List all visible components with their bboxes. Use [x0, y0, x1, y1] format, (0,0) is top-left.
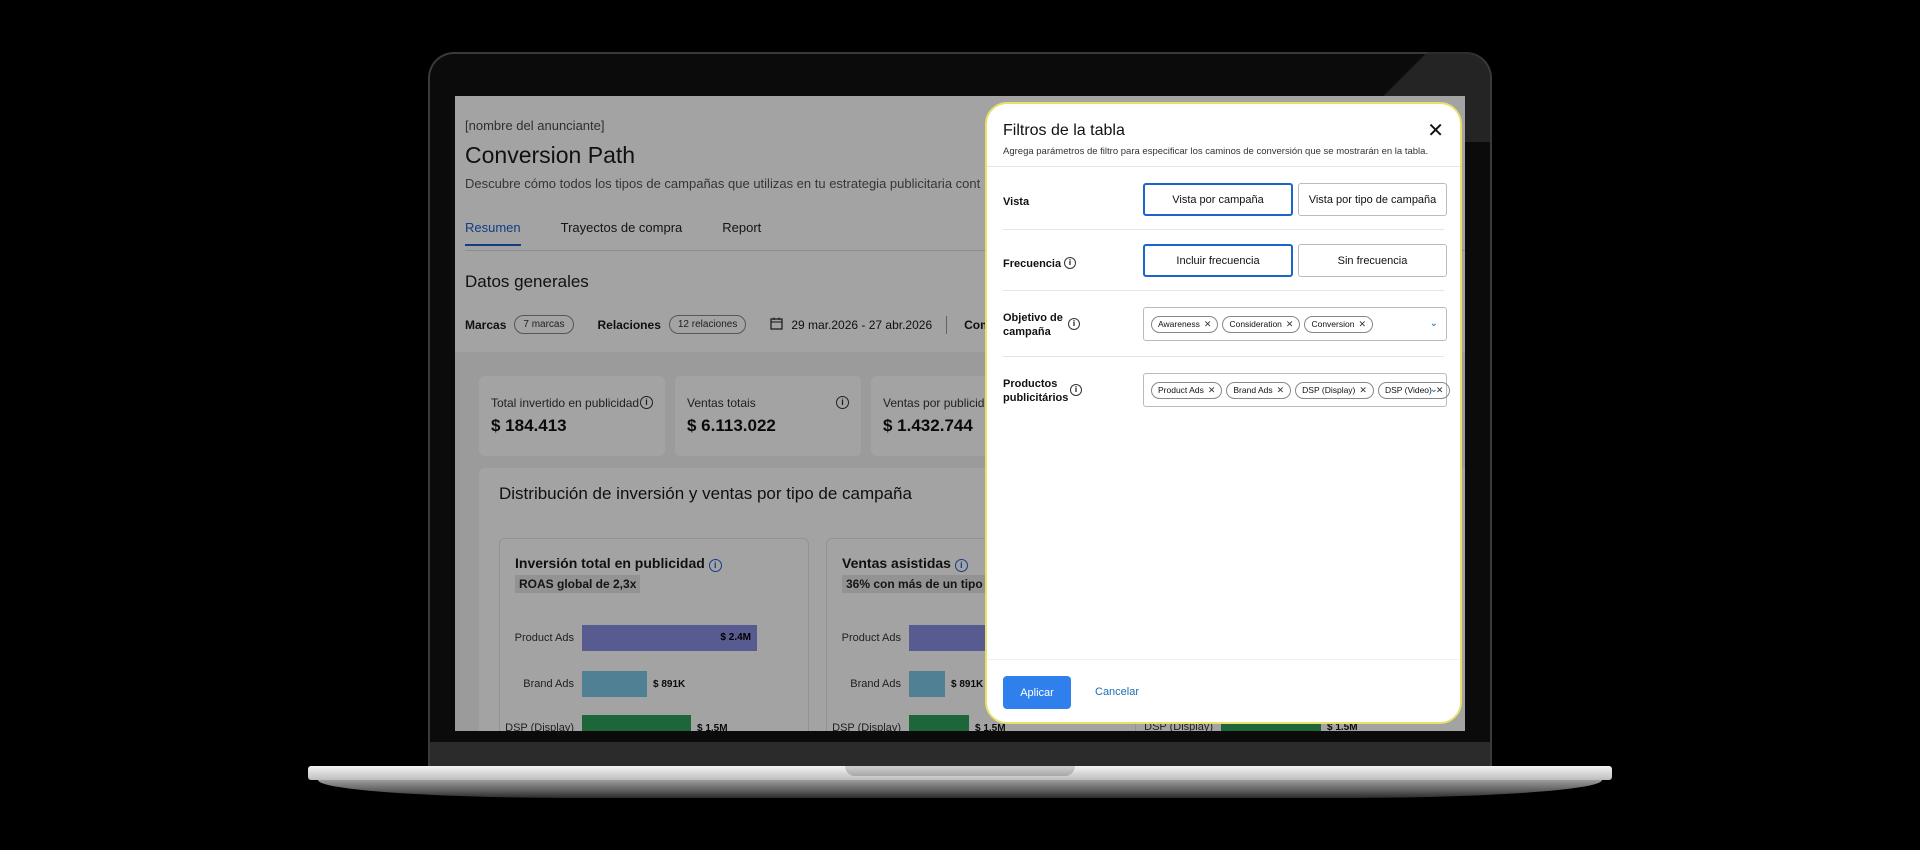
table-filters-modal: Filtros de la tabla ✕ Agrega parámetros …	[985, 102, 1462, 724]
laptop-chin	[430, 742, 1490, 766]
header-divider	[987, 166, 1460, 167]
chip: Conversion ✕	[1304, 315, 1373, 333]
chip: Awareness ✕	[1151, 315, 1219, 333]
incluir-frecuencia-button[interactable]: Incluir frecuencia	[1143, 244, 1293, 277]
close-icon[interactable]: ✕	[1204, 319, 1212, 330]
vista-por-tipo-button[interactable]: Vista por tipo de campaña	[1298, 183, 1447, 216]
chip: DSP (Video) ✕	[1377, 381, 1451, 399]
chevron-down-icon[interactable]: ⌄	[1430, 318, 1438, 329]
frecuencia-label: Frecuencia	[1003, 258, 1062, 270]
row-divider	[1003, 229, 1444, 230]
objetivo-multiselect[interactable]: Awareness ✕ Consideration ✕ Conversion ✕ ⌄	[1143, 307, 1447, 341]
chip: Brand Ads ✕	[1226, 381, 1292, 399]
sin-frecuencia-button[interactable]: Sin frecuencia	[1298, 244, 1447, 277]
laptop-notch	[845, 766, 1075, 776]
modal-title: Filtros de la tabla	[1003, 122, 1125, 139]
objetivo-label: Objetivo de campaña	[1003, 312, 1063, 338]
info-icon[interactable]: i	[1070, 384, 1082, 396]
info-icon[interactable]: i	[1068, 318, 1080, 330]
device-stage: [nombre del anunciante] Conversion Path …	[0, 0, 1920, 850]
modal-description: Agrega parámetros de filtro para especif…	[1003, 146, 1429, 157]
apply-button[interactable]: Aplicar	[1003, 676, 1071, 709]
chevron-down-icon[interactable]: ⌄	[1430, 384, 1438, 395]
cancel-button[interactable]: Cancelar	[1095, 686, 1139, 698]
chip: DSP (Display) ✕	[1295, 381, 1374, 399]
chip: Consideration ✕	[1222, 315, 1301, 333]
close-icon[interactable]: ✕	[1427, 118, 1444, 143]
close-icon[interactable]: ✕	[1286, 319, 1294, 330]
row-divider	[1003, 356, 1444, 357]
close-icon[interactable]: ✕	[1208, 385, 1216, 396]
laptop-base-underside	[318, 780, 1602, 798]
row-divider	[1003, 290, 1444, 291]
info-icon[interactable]: i	[1064, 257, 1076, 269]
close-icon[interactable]: ✕	[1359, 385, 1367, 396]
vista-label: Vista	[1003, 196, 1030, 208]
chip: Product Ads ✕	[1151, 381, 1223, 399]
close-icon[interactable]: ✕	[1277, 385, 1285, 396]
close-icon[interactable]: ✕	[1358, 319, 1366, 330]
productos-multiselect[interactable]: Product Ads ✕ Brand Ads ✕ DSP (Display) ✕ D…	[1143, 373, 1451, 407]
vista-por-campana-button[interactable]: Vista por campaña	[1143, 183, 1293, 216]
productos-label: Productos publicitários	[1003, 378, 1069, 404]
